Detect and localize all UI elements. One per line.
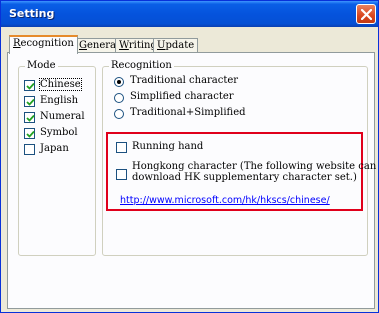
numeral-label[interactable]: Numeral	[40, 111, 85, 122]
english-checkbox[interactable]	[24, 96, 35, 107]
window-title: Setting	[9, 7, 55, 20]
close-button[interactable]	[356, 4, 376, 24]
hongkong-label-line2[interactable]: download HK supplementary character set.…	[132, 172, 357, 183]
tab-label-mnemonic: W	[119, 40, 129, 51]
title-bar[interactable]: Setting	[1, 1, 378, 27]
tab-label-rest: ecognition	[20, 38, 74, 49]
radio-selected-dot	[117, 80, 121, 84]
traditional-label[interactable]: Traditional character	[130, 75, 238, 86]
traditional-simplified-radio[interactable]	[114, 109, 124, 119]
tab-update[interactable]: Update	[153, 38, 199, 53]
symbol-label[interactable]: Symbol	[40, 127, 78, 138]
settings-dialog: Setting Recognition General Writing Upda…	[0, 0, 379, 313]
simplified-radio[interactable]	[114, 93, 124, 103]
japan-label[interactable]: Japan	[40, 143, 69, 154]
numeral-checkbox[interactable]	[24, 112, 35, 123]
tab-strip: Recognition General Writing Update	[7, 35, 377, 54]
traditional-simplified-label[interactable]: Traditional+Simplified	[130, 107, 246, 118]
english-label[interactable]: English	[40, 95, 78, 106]
hongkong-label-line1[interactable]: Hongkong character (The following websit…	[132, 161, 376, 172]
recognition-group-label: Recognition	[109, 60, 174, 71]
chinese-label[interactable]: Chinese	[39, 78, 82, 91]
traditional-radio[interactable]	[114, 77, 124, 87]
tab-label-mnemonic: R	[13, 38, 21, 49]
mode-group-label: Mode	[25, 60, 58, 71]
tab-recognition[interactable]: Recognition	[9, 35, 78, 54]
hongkong-checkbox[interactable]	[116, 169, 127, 180]
chinese-checkbox[interactable]	[24, 80, 35, 91]
symbol-checkbox[interactable]	[24, 128, 35, 139]
mode-group: Mode Chinese English Numeral Symbol Japa…	[18, 60, 96, 256]
running-hand-checkbox[interactable]	[116, 142, 127, 153]
tab-label-rest: pdate	[165, 40, 195, 51]
tab-panel-recognition: Mode Chinese English Numeral Symbol Japa…	[7, 52, 376, 309]
tab-label-mnemonic: G	[79, 40, 87, 51]
hkscs-download-link[interactable]: http://www.microsoft.com/hk/hkscs/chines…	[120, 195, 330, 206]
simplified-label[interactable]: Simplified character	[130, 91, 234, 102]
running-hand-label[interactable]: Running hand	[132, 141, 203, 152]
japan-checkbox[interactable]	[24, 144, 35, 155]
